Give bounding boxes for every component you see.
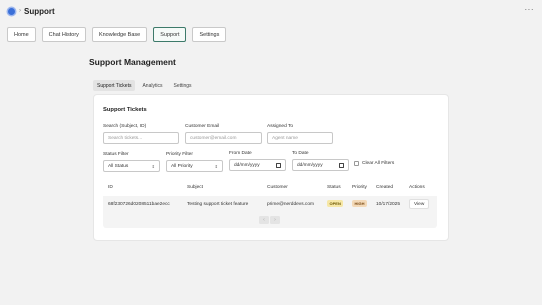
top-nav: Home Chat History Knowledge Base Support… [7,27,227,42]
ticket-id: 68f230726d0208511bae2ecc [108,202,170,207]
page-title: Support Management [89,57,176,67]
column-header-id: ID [108,185,113,190]
calendar-icon[interactable] [276,162,281,168]
from-date-label: From Date [229,151,252,156]
to-date-label: To Date [292,151,309,156]
ticket-created: 10/17/2025 [376,202,401,207]
nav-chat-history-button[interactable]: Chat History [41,27,86,42]
chevron-updown-icon: ⇕ [151,163,155,169]
tab-support-tickets[interactable]: Support Tickets [93,80,136,91]
priority-filter-select[interactable]: All Priority ⇕ [166,160,223,172]
priority-filter-value: All Priority [171,163,193,169]
column-header-priority: Priority [352,185,367,190]
tab-bar: Support Tickets Analytics Settings [93,80,196,91]
column-header-created: Created [376,185,394,190]
title-bar: › Support ··· [0,0,542,22]
previous-page-button[interactable]: ‹ [259,216,269,224]
status-filter-label: Status Filter [103,152,129,157]
clear-filters-label[interactable]: Clear All Filters [362,161,394,166]
from-date-value: dd/mm/yyyy [234,162,260,168]
status-filter-value: All Status [108,163,129,169]
next-page-button[interactable]: › [270,216,280,224]
calendar-icon[interactable] [339,162,344,168]
app-logo-icon [8,7,15,15]
ticket-customer: prime@nerddevs.com [267,202,314,207]
chevron-updown-icon: ⇕ [214,163,218,169]
status-badge: OPEN [327,200,344,207]
from-date-input[interactable]: dd/mm/yyyy [229,159,286,171]
nav-knowledge-base-button[interactable]: Knowledge Base [91,27,148,42]
support-tickets-card: Support Tickets Search (Subject, ID) Sea… [93,94,449,241]
clear-filters-control[interactable]: Clear All Filters [354,161,394,166]
nav-settings-button[interactable]: Settings [192,27,227,42]
tab-settings[interactable]: Settings [169,80,195,91]
column-header-customer: Customer [267,185,288,190]
priority-filter-label: Priority Filter [166,152,193,157]
status-filter-select[interactable]: All Status ⇕ [103,160,160,172]
to-date-input[interactable]: dd/mm/yyyy [292,159,349,171]
pagination: ‹ › [259,216,280,224]
search-label: Search (Subject, ID) [103,124,147,129]
search-input[interactable]: Search tickets... [103,132,179,144]
assigned-to-label: Assigned To [267,124,294,129]
priority-badge: HIGH [352,200,367,207]
column-header-actions: Actions [409,185,425,190]
customer-email-label: Customer Email [185,124,220,129]
customer-email-input[interactable]: customer@email.com [185,132,262,144]
tab-analytics[interactable]: Analytics [138,80,166,91]
chevron-right-icon: › [19,8,21,14]
column-header-status: Status [327,185,341,190]
card-title: Support Tickets [103,107,147,113]
view-ticket-button[interactable]: View [409,199,430,209]
column-header-subject: Subject [187,185,203,190]
assigned-to-input[interactable]: Agent name [267,132,333,144]
to-date-value: dd/mm/yyyy [297,162,323,168]
ticket-subject: Testing support ticket feature [187,202,249,207]
nav-home-button[interactable]: Home [7,27,36,42]
more-horizontal-icon[interactable]: ··· [525,5,535,14]
clear-filters-checkbox[interactable] [354,161,359,166]
nav-support-button[interactable]: Support [153,27,187,42]
app-title: Support [24,6,55,16]
